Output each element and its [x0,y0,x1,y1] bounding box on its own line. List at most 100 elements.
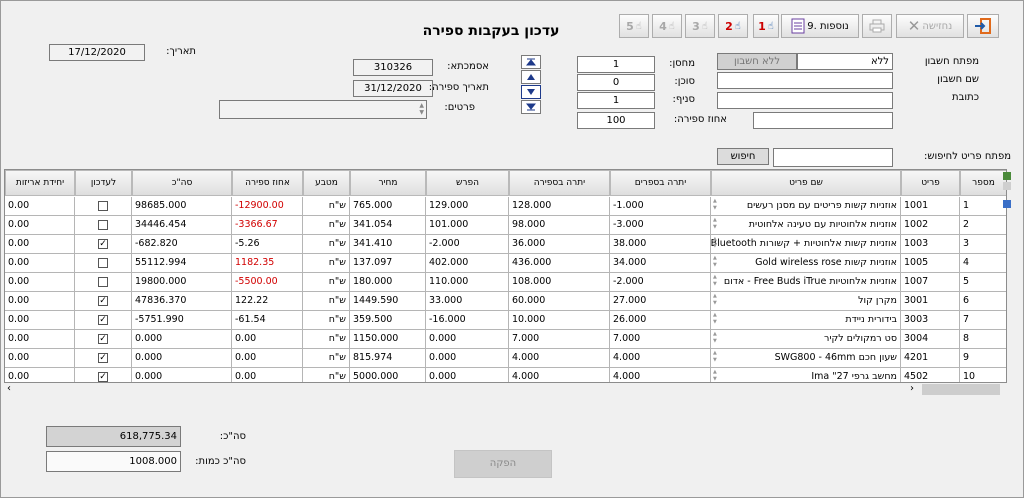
name-spinner-icon[interactable]: ▲ ▼ [713,198,717,212]
update-checkbox[interactable]: ✓ [98,371,108,382]
table-row[interactable]: 3 1003 ▲ ▼ אוזניות קשות אלחוטיות + קשורות Bl… [5,235,1006,254]
table-row[interactable]: 8 3004 ▲ ▼ סט רמקולים לקיר 7.000 7.000 0.000 115… [5,330,1006,349]
step-5-button[interactable]: 5 ☝ [619,14,649,38]
cell-update[interactable] [75,273,132,292]
name-spinner-icon[interactable]: ▲ ▼ [713,293,717,307]
cell-update[interactable] [75,254,132,273]
previous-record-button[interactable] [521,70,541,84]
cell-update[interactable]: ✓ [75,311,132,330]
branch-field[interactable]: 1 [577,92,655,109]
column-header-qty-books[interactable]: יתרה בספרים [610,170,711,196]
column-header-name[interactable]: שם פריט [711,170,901,196]
update-checkbox[interactable]: ✓ [98,352,108,363]
column-header-code[interactable]: פריט [901,170,960,196]
name-spinner-icon[interactable]: ▲ ▼ [713,274,717,288]
update-checkbox[interactable] [98,200,108,211]
cell-code-text: 3004 [904,333,929,344]
cell-update[interactable] [75,197,132,216]
extras-button[interactable]: 9. נוספות [781,14,859,38]
name-spinner-icon[interactable]: ▲ ▼ [713,369,717,382]
update-checkbox[interactable] [98,276,108,287]
name-spinner-icon[interactable]: ▲ ▼ [713,312,717,326]
column-header-num[interactable]: מספר [960,170,1006,196]
search-label: מפתח פריט לחיפוש: [924,151,1011,162]
update-checkbox[interactable]: ✓ [98,333,108,344]
address-line2-field[interactable] [753,112,893,129]
details-field[interactable]: ▲ ▼ [219,100,427,119]
date-field[interactable]: 17/12/2020 [49,44,145,61]
scroll-thumb[interactable] [922,384,1000,395]
update-checkbox[interactable]: ✓ [98,314,108,325]
column-header-update[interactable]: לעדכון [75,170,132,196]
first-record-button[interactable] [521,55,541,69]
cell-update[interactable]: ✓ [75,330,132,349]
update-checkbox[interactable]: ✓ [98,295,108,306]
cell-update[interactable]: ✓ [75,368,132,382]
table-row[interactable]: 1 1001 ▲ ▼ אוזניות קשות פריטים עם מסנן רעשים… [5,197,1006,216]
column-header-price[interactable]: מחיר [350,170,426,196]
cell-price-text: 341.054 [353,219,393,230]
column-header-pack[interactable]: יחידת אריזות [5,170,75,196]
cell-pack: 0.00 [5,273,75,292]
count-percent-field[interactable]: 100 [577,112,655,129]
cell-qty-books: -1.000 [610,197,711,216]
table-row[interactable]: 7 3003 ▲ ▼ בידורית ניידת 26.000 10.000 -16.000 3… [5,311,1006,330]
table-row[interactable]: 4 1005 ▲ ▼ אוזניות קשות Gold wireless rose 34… [5,254,1006,273]
step-3-button[interactable]: 3 ☝ [685,14,715,38]
name-spinner-icon[interactable]: ▲ ▼ [713,331,717,345]
scroll-left-icon[interactable]: ‹ [7,383,11,394]
warehouse-field[interactable]: 1 [577,56,655,73]
table-row[interactable]: 6 3001 ▲ ▼ מקרן קול 27.000 60.000 33.000 1449.59… [5,292,1006,311]
column-header-pct[interactable]: אחוז ספירה [232,170,303,196]
update-checkbox[interactable] [98,257,108,268]
cell-code: 3001 [901,292,960,311]
column-header-qty-count[interactable]: יתרה בספירה [509,170,610,196]
cell-update[interactable]: ✓ [75,235,132,254]
search-button[interactable]: חיפוש [717,148,769,165]
table-row[interactable]: 9 4201 ▲ ▼ שעון חכם SWG800 - 46mm 4.000 4.000 0… [5,349,1006,368]
scroll-right-icon[interactable]: › [910,383,914,394]
print-button[interactable] [862,14,892,38]
column-header-currency[interactable]: מטבע [303,170,350,196]
update-checkbox[interactable]: ✓ [98,238,108,249]
produce-button[interactable]: הפקה [454,450,552,478]
last-record-button[interactable] [521,100,541,114]
reference-field[interactable]: 310326 [353,59,433,76]
step-1-button[interactable]: 1 ☝ [753,14,779,38]
name-spinner-icon[interactable]: ▲ ▼ [713,350,717,364]
cell-num: 4 [960,254,1006,273]
search-input[interactable] [773,148,893,167]
cell-pack-text: 0.00 [8,200,30,211]
edit-icon[interactable] [1003,172,1011,180]
exit-button[interactable] [967,14,999,38]
account-key-field[interactable]: ללא [797,53,893,70]
count-date-field[interactable]: 31/12/2020 [353,80,433,97]
agent-field[interactable]: 0 [577,74,655,91]
name-spinner-icon[interactable]: ▲ ▼ [713,236,717,250]
close-icon: ✕ [907,17,921,35]
refresh-icon[interactable] [1003,200,1011,208]
cell-name: ▲ ▼ מחשב גרפי 27" Ima [711,368,901,382]
address-field[interactable] [717,92,893,109]
cell-diff: -2.000 [426,235,509,254]
table-row[interactable]: 10 4502 ▲ ▼ מחשב גרפי 27" Ima 4.000 4.000 0.000… [5,368,1006,382]
table-row[interactable]: 2 1002 ▲ ▼ אוזניות אלחוטיות עם טעינה אלחוטית… [5,216,1006,235]
cancel-button[interactable]: ✕ נחזישה [896,14,964,38]
cell-update[interactable] [75,216,132,235]
account-name-field[interactable] [717,72,893,89]
column-header-total[interactable]: סה"כ [132,170,232,196]
next-record-button[interactable] [521,85,541,99]
column-header-diff[interactable]: הפרש [426,170,509,196]
cell-update[interactable]: ✓ [75,292,132,311]
horizontal-scrollbar[interactable]: ‹ › [4,383,1007,397]
update-checkbox[interactable] [98,219,108,230]
no-account-button[interactable]: ללא חשבון [717,53,797,70]
name-spinner-icon[interactable]: ▲ ▼ [713,255,717,269]
step-2-button[interactable]: 2 ☝ [718,14,748,38]
name-spinner-icon[interactable]: ▲ ▼ [713,217,717,231]
cell-pack: 0.00 [5,235,75,254]
cell-update[interactable]: ✓ [75,349,132,368]
table-row[interactable]: 5 1007 ▲ ▼ אוזניות אלחוטיות Free Buds iTrue … [5,273,1006,292]
cell-qty-books: 38.000 [610,235,711,254]
step-4-button[interactable]: 4 ☝ [652,14,682,38]
